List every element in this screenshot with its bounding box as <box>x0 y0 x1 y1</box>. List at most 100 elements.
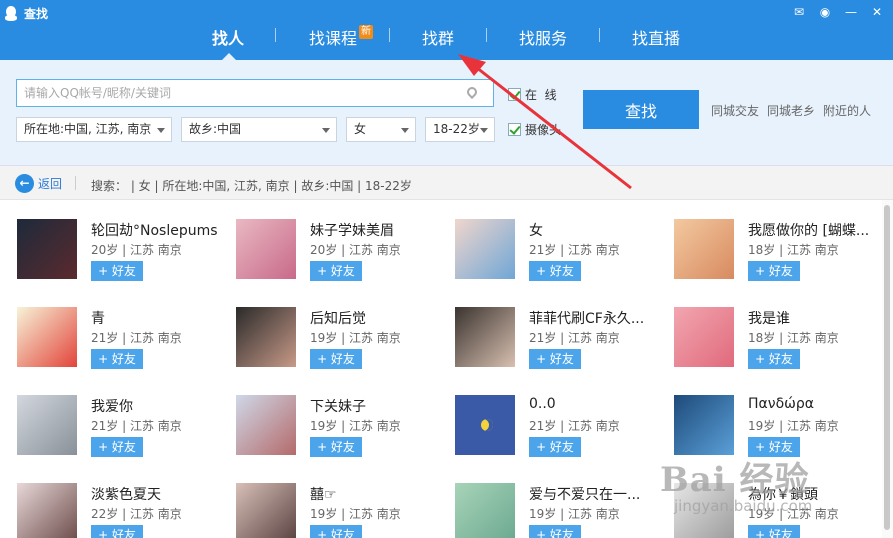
result-card[interactable]: 菲菲代刷CF永久... 21岁 | 江苏 南京 + 好友 <box>455 307 665 373</box>
scrollbar-thumb[interactable] <box>884 205 890 530</box>
result-card[interactable]: 我是谁 18岁 | 江苏 南京 + 好友 <box>674 307 880 373</box>
avatar[interactable] <box>674 219 734 279</box>
add-friend-button[interactable]: + 好友 <box>310 261 362 281</box>
nickname[interactable]: 女 <box>529 220 665 240</box>
result-card[interactable]: 囍☞ 19岁 | 江苏 南京 + 好友 <box>236 483 446 538</box>
result-card[interactable]: 后知后觉 19岁 | 江苏 南京 + 好友 <box>236 307 446 373</box>
scrollbar[interactable] <box>882 200 893 538</box>
nickname[interactable]: 0..0 <box>529 396 665 412</box>
checkbox-checked-icon <box>508 88 521 101</box>
avatar[interactable] <box>455 483 515 538</box>
tab-find-service[interactable]: 找服务 <box>519 25 567 49</box>
avatar[interactable] <box>17 483 77 538</box>
nickname[interactable]: 我是谁 <box>748 308 880 328</box>
back-button[interactable]: ← 返回 <box>15 174 62 193</box>
tab-divider <box>389 28 390 42</box>
result-card[interactable]: 女 21岁 | 江苏 南京 + 好友 <box>455 219 665 285</box>
avatar[interactable] <box>236 395 296 455</box>
avatar[interactable] <box>236 307 296 367</box>
camera-checkbox[interactable]: 摄像头 <box>508 121 561 138</box>
nickname[interactable]: 菲菲代刷CF永久... <box>529 308 665 328</box>
add-friend-button[interactable]: + 好友 <box>748 349 800 369</box>
add-friend-button[interactable]: + 好友 <box>748 525 800 538</box>
nickname[interactable]: 轮回劫°Noslepums <box>91 220 227 240</box>
nickname[interactable]: 我愿做你的 [蝴蝶... <box>748 220 880 240</box>
result-card[interactable]: 轮回劫°Noslepums 20岁 | 江苏 南京 + 好友 <box>17 219 227 285</box>
active-tab-caret <box>222 53 236 60</box>
result-card[interactable]: 淡紫色夏天 22岁 | 江苏 南京 + 好友 <box>17 483 227 538</box>
age-location: 19岁 | 江苏 南京 <box>529 507 620 521</box>
avatar[interactable] <box>17 219 77 279</box>
tab-find-group[interactable]: 找群 <box>422 25 454 49</box>
tab-label: 找课程 <box>309 29 358 48</box>
feedback-icon[interactable]: ✉ <box>791 4 807 20</box>
online-label: 在 线 <box>525 88 557 102</box>
avatar[interactable] <box>17 395 77 455</box>
quick-links: 同城交友 同城老乡 附近的人 <box>711 102 871 119</box>
avatar[interactable] <box>17 307 77 367</box>
age-location: 21岁 | 江苏 南京 <box>529 331 620 345</box>
add-friend-button[interactable]: + 好友 <box>91 261 143 281</box>
add-friend-button[interactable]: + 好友 <box>529 525 581 538</box>
new-badge: 新 <box>359 25 374 39</box>
search-input[interactable] <box>17 80 457 106</box>
result-card[interactable]: 妹子学妹美眉 20岁 | 江苏 南京 + 好友 <box>236 219 446 285</box>
avatar[interactable] <box>236 483 296 538</box>
nickname[interactable]: 爱与不爱只在一... <box>529 484 665 504</box>
tab-find-course[interactable]: 找课程新 <box>309 25 374 49</box>
add-friend-button[interactable]: + 好友 <box>91 525 143 538</box>
age-location: 21岁 | 江苏 南京 <box>91 331 182 345</box>
add-friend-button[interactable]: + 好友 <box>748 261 800 281</box>
age-location: 18岁 | 江苏 南京 <box>748 331 839 345</box>
link-nearby-people[interactable]: 附近的人 <box>823 102 871 119</box>
tab-find-people[interactable]: 找人 <box>212 25 244 49</box>
link-local-dating[interactable]: 同城交友 <box>711 102 759 119</box>
hometown-select[interactable]: 故乡:中国 <box>181 117 337 142</box>
link-fellow-townsmen[interactable]: 同城老乡 <box>767 102 815 119</box>
watermark-url: jingyan.baidu.com <box>674 497 813 515</box>
result-card[interactable]: 我愿做你的 [蝴蝶... 18岁 | 江苏 南京 + 好友 <box>674 219 880 285</box>
result-card[interactable]: 我爱你 21岁 | 江苏 南京 + 好友 <box>17 395 227 461</box>
add-friend-button[interactable]: + 好友 <box>529 349 581 369</box>
tab-find-live[interactable]: 找直播 <box>632 25 680 49</box>
result-card[interactable]: 下关妹子 19岁 | 江苏 南京 + 好友 <box>236 395 446 461</box>
nickname[interactable]: 淡紫色夏天 <box>91 484 227 504</box>
tab-divider <box>486 28 487 42</box>
result-card[interactable]: 爱与不爱只在一... 19岁 | 江苏 南京 + 好友 <box>455 483 665 538</box>
online-checkbox[interactable]: 在 线 <box>508 86 557 103</box>
avatar[interactable] <box>455 307 515 367</box>
result-card[interactable]: 0..0 21岁 | 江苏 南京 + 好友 <box>455 395 665 461</box>
add-friend-button[interactable]: + 好友 <box>310 349 362 369</box>
avatar[interactable] <box>236 219 296 279</box>
add-friend-button[interactable]: + 好友 <box>91 349 143 369</box>
minimize-icon[interactable]: — <box>843 4 859 20</box>
nickname[interactable]: 妹子学妹美眉 <box>310 220 446 240</box>
gender-select[interactable]: 女 <box>346 117 416 142</box>
avatar[interactable] <box>455 395 515 455</box>
add-friend-button[interactable]: + 好友 <box>529 437 581 457</box>
avatar[interactable] <box>674 307 734 367</box>
title-bar: 查找 ✉ ◉ — ✕ 找人 找课程新 找群 找服务 找直播 <box>0 0 893 60</box>
add-friend-button[interactable]: + 好友 <box>310 437 362 457</box>
add-friend-button[interactable]: + 好友 <box>529 261 581 281</box>
find-button[interactable]: 查找 <box>583 90 699 129</box>
result-card[interactable]: 青 21岁 | 江苏 南京 + 好友 <box>17 307 227 373</box>
skin-icon[interactable]: ◉ <box>817 4 833 20</box>
avatar[interactable] <box>455 219 515 279</box>
age-select[interactable]: 18-22岁 <box>425 117 495 142</box>
nickname[interactable]: 囍☞ <box>310 484 446 504</box>
nickname[interactable]: 后知后觉 <box>310 308 446 328</box>
nickname[interactable]: 下关妹子 <box>310 396 446 416</box>
nickname[interactable]: 青 <box>91 308 227 328</box>
age-location: 22岁 | 江苏 南京 <box>91 507 182 521</box>
location-select[interactable]: 所在地:中国, 江苏, 南京 <box>16 117 172 142</box>
close-icon[interactable]: ✕ <box>869 4 885 20</box>
location-pin-icon[interactable] <box>464 84 480 100</box>
qq-penguin-icon <box>4 5 18 22</box>
avatar[interactable] <box>674 395 734 455</box>
nickname[interactable]: 我爱你 <box>91 396 227 416</box>
add-friend-button[interactable]: + 好友 <box>91 437 143 457</box>
tab-divider <box>275 28 276 42</box>
nickname[interactable]: Πανδώρα <box>748 396 880 412</box>
add-friend-button[interactable]: + 好友 <box>310 525 362 538</box>
